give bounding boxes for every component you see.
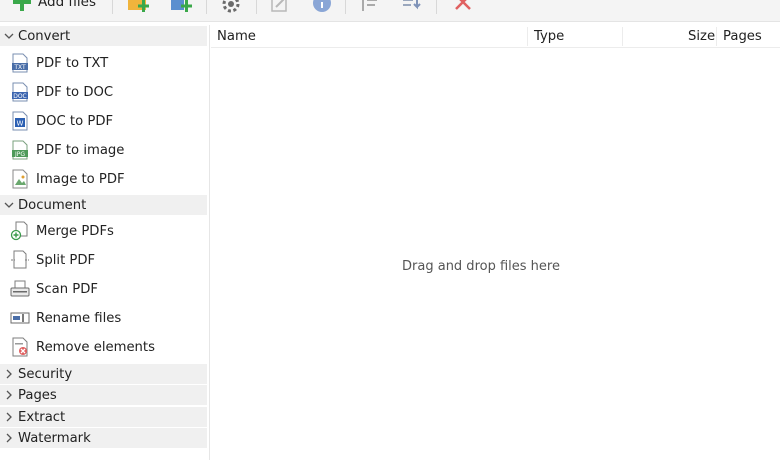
- toolbar-separator: [436, 0, 437, 14]
- sidebar-item-pdf-to-txt[interactable]: TXT PDF to TXT: [0, 49, 207, 77]
- sidebar-item-label: PDF to DOC: [36, 84, 114, 100]
- sidebar-item-label: Image to PDF: [36, 171, 125, 187]
- scanner-icon: [10, 280, 30, 297]
- edit-button[interactable]: [270, 0, 292, 15]
- column-header-type[interactable]: Type: [534, 25, 564, 48]
- remove-button[interactable]: [453, 0, 473, 15]
- add-folder-button[interactable]: [127, 0, 151, 15]
- sidebar-item-merge-pdfs[interactable]: Merge PDFs: [0, 217, 207, 245]
- sidebar-item-pdf-to-image[interactable]: JPG PDF to image: [0, 136, 207, 164]
- group-pages[interactable]: Pages: [0, 385, 207, 405]
- file-list[interactable]: Name Type Size Pages Drag and drop files…: [211, 25, 780, 460]
- group-label: Document: [18, 197, 87, 213]
- word-file-icon: W: [12, 111, 28, 131]
- add-files-plus-icon: [171, 0, 192, 12]
- chevron-down-icon: [4, 202, 14, 208]
- split-icon: [11, 250, 29, 269]
- edit-icon: [271, 0, 287, 12]
- chevron-right-icon: [6, 369, 12, 379]
- jpg-file-icon: JPG: [12, 140, 28, 160]
- sort-button[interactable]: [359, 0, 379, 15]
- sidebar: Convert TXT PDF to TXT DOC PDF to DOC W …: [0, 25, 210, 460]
- add-files-button[interactable]: Add files: [12, 0, 96, 15]
- chevron-right-icon: [6, 390, 12, 400]
- group-label: Convert: [18, 28, 71, 44]
- column-header-size[interactable]: Size: [688, 25, 715, 48]
- settings-icon: [222, 0, 240, 13]
- group-label: Extract: [18, 409, 66, 425]
- group-convert[interactable]: Convert: [0, 26, 207, 46]
- remove-icon: [455, 0, 471, 10]
- info-icon: [313, 0, 331, 12]
- group-security[interactable]: Security: [0, 364, 207, 384]
- drop-zone-hint: Drag and drop files here: [402, 259, 560, 274]
- column-header-pages[interactable]: Pages: [723, 25, 762, 48]
- move-down-button[interactable]: [401, 0, 425, 15]
- add-folder-icon: [128, 0, 149, 12]
- plus-icon: [13, 0, 31, 11]
- remove-elements-icon: [12, 337, 28, 357]
- svg-text:TXT: TXT: [13, 64, 26, 71]
- group-label: Watermark: [18, 430, 91, 446]
- column-header-name[interactable]: Name: [217, 25, 256, 48]
- file-list-header: Name Type Size Pages: [211, 25, 780, 48]
- sidebar-item-label: Rename files: [36, 310, 122, 326]
- rename-icon: [10, 312, 30, 324]
- column-divider[interactable]: [622, 27, 623, 46]
- sidebar-item-label: PDF to TXT: [36, 55, 109, 71]
- sidebar-item-split-pdf[interactable]: Split PDF: [0, 246, 207, 274]
- sidebar-item-label: Split PDF: [36, 252, 96, 268]
- column-divider[interactable]: [527, 27, 528, 46]
- sidebar-item-label: PDF to image: [36, 142, 125, 158]
- sidebar-item-scan-pdf[interactable]: Scan PDF: [0, 275, 207, 303]
- column-divider[interactable]: [716, 27, 717, 46]
- info-button[interactable]: [311, 0, 333, 15]
- sidebar-item-label: Scan PDF: [36, 281, 98, 297]
- chevron-right-icon: [6, 412, 12, 422]
- group-label: Pages: [18, 387, 57, 403]
- sidebar-item-rename-files[interactable]: Rename files: [0, 304, 207, 332]
- svg-text:DOC: DOC: [13, 93, 27, 100]
- sidebar-item-label: DOC to PDF: [36, 113, 114, 129]
- toolbar-separator: [112, 0, 113, 14]
- toolbar-separator: [256, 0, 257, 14]
- image-file-icon: [12, 169, 28, 189]
- toolbar-separator: [206, 0, 207, 14]
- group-watermark[interactable]: Watermark: [0, 428, 207, 448]
- toolbar: Add files: [0, 0, 780, 22]
- sidebar-item-image-to-pdf[interactable]: Image to PDF: [0, 165, 207, 193]
- chevron-down-icon: [4, 33, 14, 39]
- group-label: Security: [18, 366, 73, 382]
- merge-icon: [10, 221, 28, 241]
- group-extract[interactable]: Extract: [0, 407, 207, 427]
- group-document[interactable]: Document: [0, 195, 207, 215]
- add-files-label: Add files: [38, 0, 97, 10]
- sidebar-item-pdf-to-doc[interactable]: DOC PDF to DOC: [0, 78, 207, 106]
- sidebar-item-label: Merge PDFs: [36, 223, 114, 239]
- settings-button[interactable]: [219, 0, 243, 15]
- doc-file-icon: DOC: [12, 82, 28, 102]
- svg-text:JPG: JPG: [14, 151, 25, 158]
- svg-text:W: W: [17, 120, 24, 128]
- chevron-right-icon: [6, 433, 12, 443]
- sidebar-item-label: Remove elements: [36, 339, 155, 355]
- sidebar-item-remove-elements[interactable]: Remove elements: [0, 333, 207, 361]
- sort-icon: [362, 0, 377, 11]
- txt-file-icon: TXT: [12, 53, 28, 73]
- move-down-icon: [403, 0, 421, 10]
- add-files-plus-button[interactable]: [170, 0, 194, 15]
- toolbar-separator: [345, 0, 346, 14]
- sidebar-item-doc-to-pdf[interactable]: W DOC to PDF: [0, 107, 207, 135]
